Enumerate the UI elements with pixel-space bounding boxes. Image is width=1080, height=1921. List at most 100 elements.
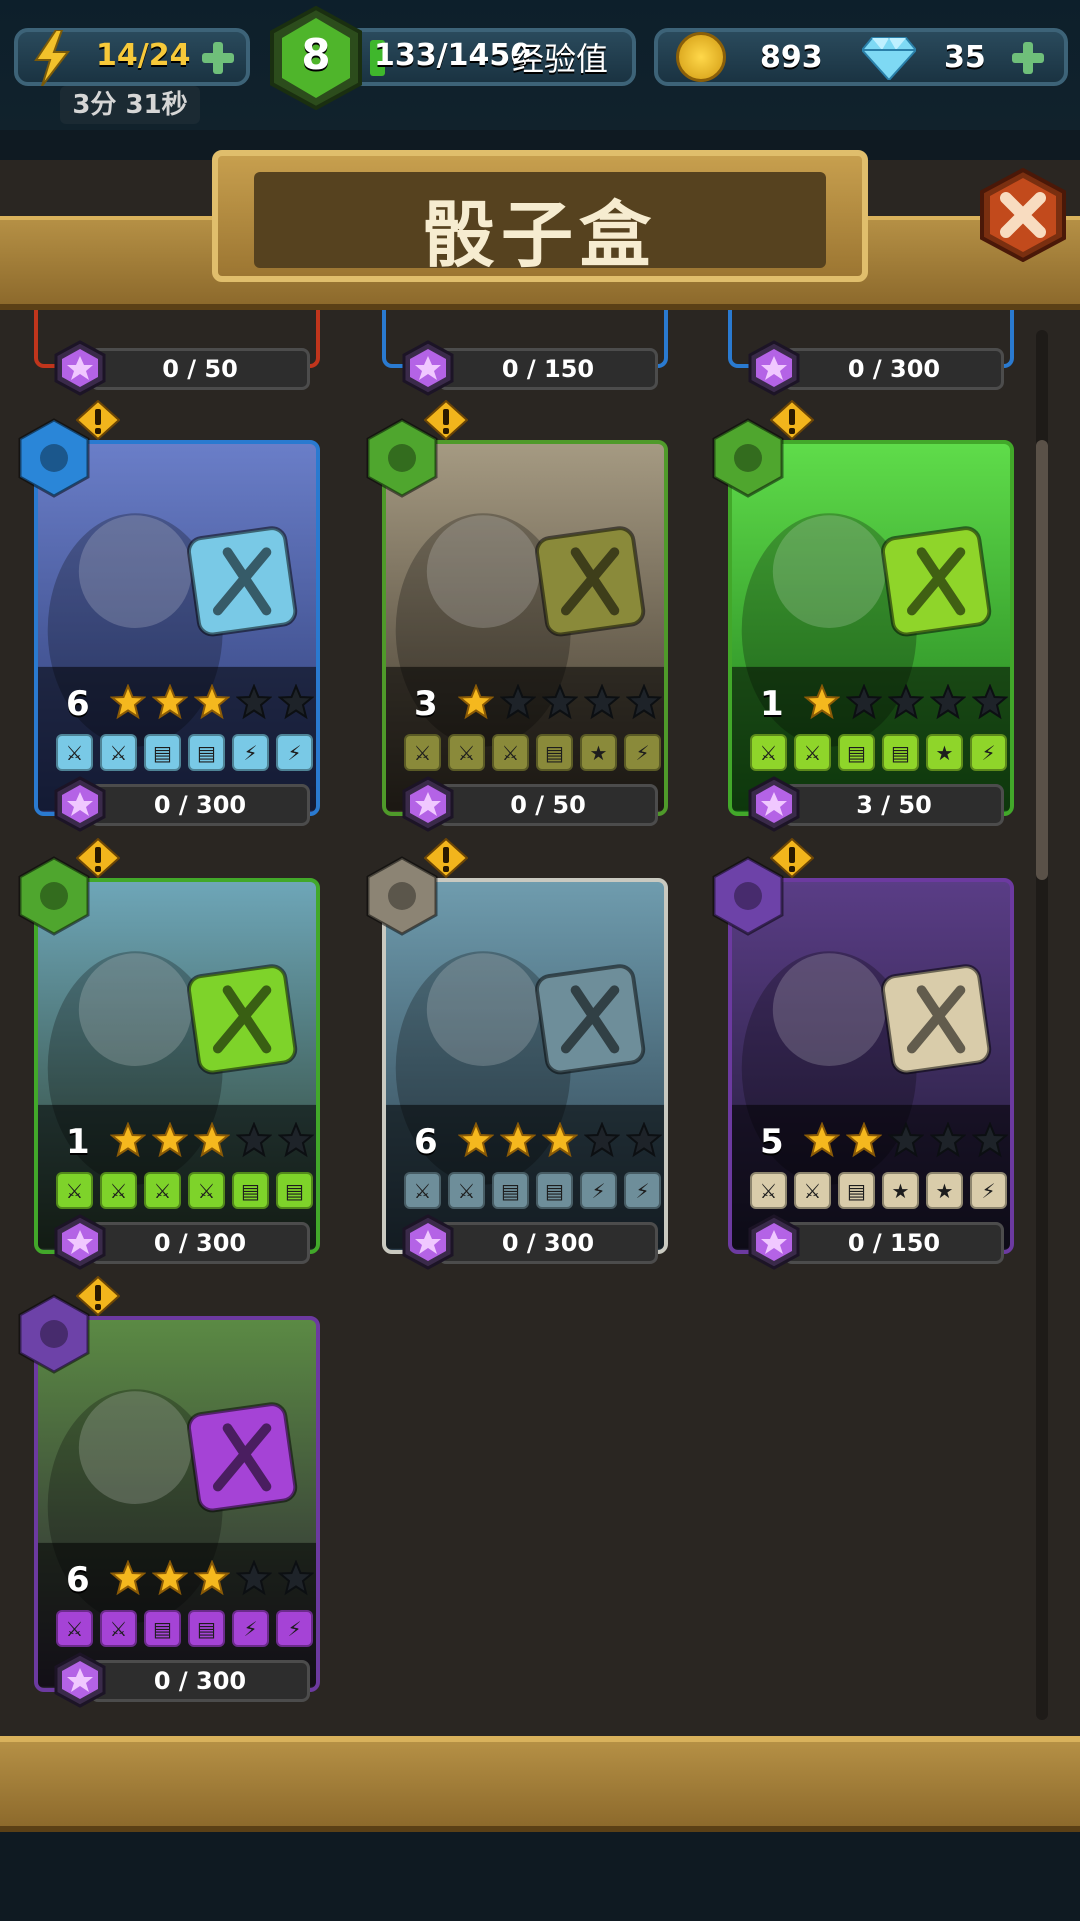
card-gem-icon	[54, 776, 106, 832]
card-gem-icon	[54, 1652, 106, 1708]
warning-icon	[770, 400, 814, 440]
dice-face-bolt-icon: ⚡	[232, 1610, 269, 1647]
add-currency-button[interactable]	[1010, 40, 1046, 76]
star-rating	[110, 1122, 314, 1158]
dice-face-shield-icon: ▤	[882, 734, 919, 771]
warning-icon	[424, 400, 468, 440]
star-empty-icon	[278, 684, 314, 720]
star-empty-icon	[846, 684, 882, 720]
dice-face-shield-icon: ▤	[838, 1172, 875, 1209]
dice-face-shield-icon: ▤	[536, 734, 573, 771]
dice-face-sword-icon: ⚔	[404, 734, 441, 771]
page-title: 骰子盒	[422, 193, 657, 277]
star-filled-icon	[804, 1122, 840, 1158]
star-filled-icon	[194, 684, 230, 720]
card-level: 6	[66, 1560, 90, 1600]
warning-icon	[76, 400, 120, 440]
card-progress: 0 / 300	[90, 1660, 310, 1702]
dice-face-sword-icon: ⚔	[794, 1172, 831, 1209]
card-progress: 0 / 300	[784, 348, 1004, 390]
card-level: 6	[414, 1122, 438, 1162]
dice-face-sword-icon: ⚔	[448, 1172, 485, 1209]
dice-face-sword-icon: ⚔	[100, 1610, 137, 1647]
star-empty-icon	[972, 684, 1008, 720]
card-level: 1	[66, 1122, 90, 1162]
card-progress: 3 / 50	[784, 784, 1004, 826]
dice-faces: ⚔ ⚔ ▤ ▤ ⚡ ⚡	[404, 1172, 661, 1209]
gold-coin-icon	[676, 32, 726, 82]
gem-value: 35	[944, 40, 986, 75]
card-progress: 0 / 150	[784, 1222, 1004, 1264]
star-rating	[110, 684, 314, 720]
star-rating	[110, 1560, 314, 1596]
dice-faces: ⚔ ⚔ ▤ ★ ★ ⚡	[750, 1172, 1007, 1209]
star-empty-icon	[236, 1122, 272, 1158]
dice-faces: ⚔ ⚔ ▤ ▤ ⚡ ⚡	[56, 1610, 313, 1647]
dice-face-sword-icon: ⚔	[188, 1172, 225, 1209]
dice-face-sword-icon: ⚔	[448, 734, 485, 771]
warning-icon	[76, 838, 120, 878]
dice-face-bolt-icon: ⚡	[232, 734, 269, 771]
card-gem-icon	[402, 776, 454, 832]
dice-face-sword-icon: ⚔	[56, 1610, 93, 1647]
dice-face-sword-icon: ⚔	[750, 734, 787, 771]
warning-icon	[424, 838, 468, 878]
dice-face-sword-icon: ⚔	[750, 1172, 787, 1209]
scrollbar-thumb[interactable]	[1036, 440, 1048, 880]
dice-face-shield-icon: ▤	[144, 734, 181, 771]
star-empty-icon	[626, 684, 662, 720]
card-gem-icon	[748, 340, 800, 396]
star-filled-icon	[458, 684, 494, 720]
add-energy-button[interactable]	[200, 40, 236, 76]
star-filled-icon	[110, 1560, 146, 1596]
dice-face-shield-icon: ▤	[144, 1610, 181, 1647]
star-empty-icon	[236, 684, 272, 720]
dice-face-star-icon: ★	[882, 1172, 919, 1209]
star-filled-icon	[152, 684, 188, 720]
gold-value: 893	[760, 40, 823, 75]
dice-face-sword-icon: ⚔	[56, 734, 93, 771]
dice-faces: ⚔ ⚔ ⚔ ⚔ ▤ ▤	[56, 1172, 313, 1209]
dice-face-sword-icon: ⚔	[100, 734, 137, 771]
card-progress: 0 / 300	[438, 1222, 658, 1264]
star-rating	[804, 684, 1008, 720]
warning-icon	[770, 838, 814, 878]
xp-label: 经验值	[512, 40, 609, 78]
dice-face-sword-icon: ⚔	[794, 734, 831, 771]
star-filled-icon	[804, 684, 840, 720]
star-filled-icon	[152, 1560, 188, 1596]
close-button[interactable]	[976, 168, 1070, 262]
card-progress: 0 / 300	[90, 1222, 310, 1264]
dice-faces: ⚔ ⚔ ▤ ▤ ★ ⚡	[750, 734, 1007, 771]
star-empty-icon	[236, 1560, 272, 1596]
star-empty-icon	[972, 1122, 1008, 1158]
star-filled-icon	[846, 1122, 882, 1158]
dice-face-shield-icon: ▤	[188, 1610, 225, 1647]
dice-face-shield-icon: ▤	[536, 1172, 573, 1209]
dice-face-shield-icon: ▤	[838, 734, 875, 771]
star-empty-icon	[626, 1122, 662, 1158]
star-rating	[458, 1122, 662, 1158]
card-level: 1	[760, 684, 784, 724]
star-rating	[804, 1122, 1008, 1158]
energy-value: 14/24	[96, 38, 191, 73]
card-gem-icon	[402, 340, 454, 396]
star-empty-icon	[930, 1122, 966, 1158]
dice-face-bolt-icon: ⚡	[580, 1172, 617, 1209]
dice-face-sword-icon: ⚔	[144, 1172, 181, 1209]
card-progress: 0 / 50	[90, 348, 310, 390]
dice-face-bolt-icon: ⚡	[276, 1610, 313, 1647]
star-filled-icon	[110, 1122, 146, 1158]
card-progress: 0 / 50	[438, 784, 658, 826]
dice-face-shield-icon: ▤	[188, 734, 225, 771]
dice-face-shield-icon: ▤	[492, 1172, 529, 1209]
energy-bolt-icon	[34, 30, 71, 86]
dice-face-sword-icon: ⚔	[404, 1172, 441, 1209]
energy-timer: 3分 31秒	[60, 86, 200, 124]
player-level: 8	[301, 30, 331, 79]
diamond-icon	[862, 37, 916, 80]
star-filled-icon	[458, 1122, 494, 1158]
xp-value: 133/1450	[374, 38, 532, 73]
dice-face-sword-icon: ⚔	[492, 734, 529, 771]
dice-face-bolt-icon: ⚡	[970, 1172, 1007, 1209]
